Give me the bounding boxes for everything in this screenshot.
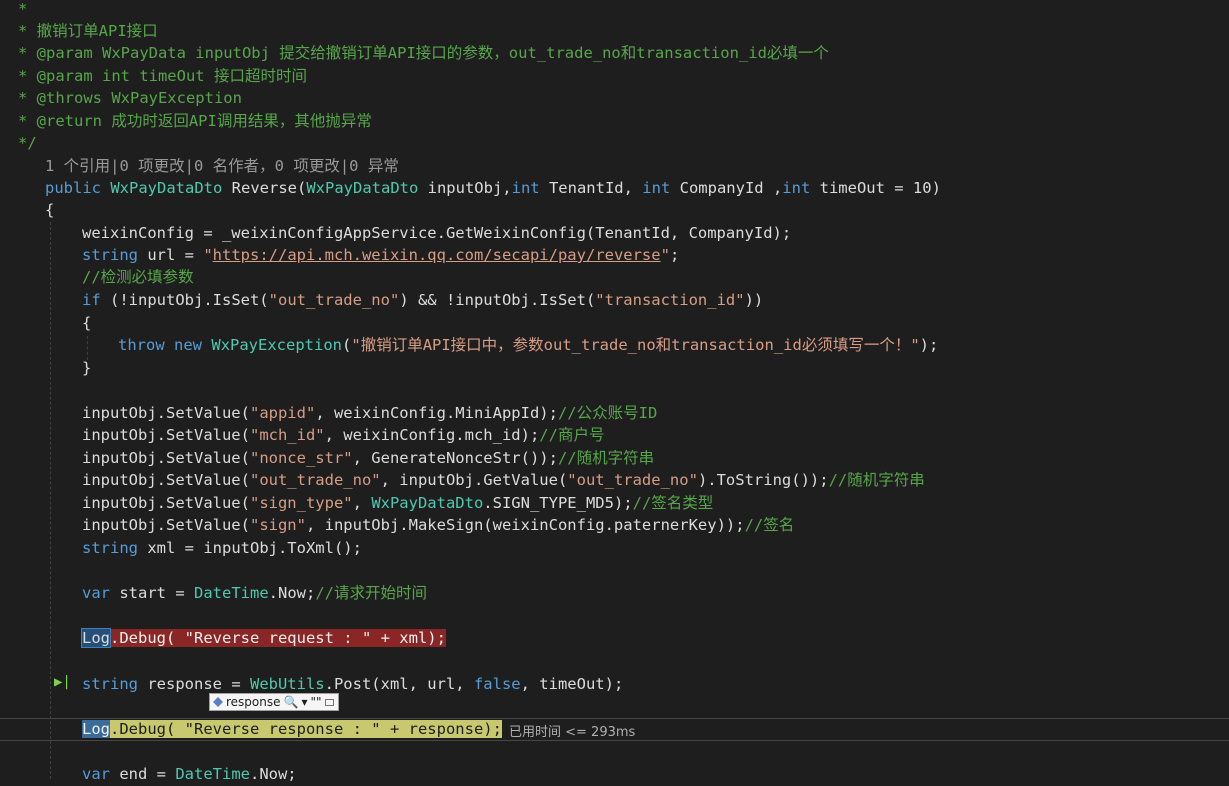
type-name: WxPayDataDto (306, 179, 419, 197)
code-line: weixinConfig = _weixinConfigAppService.G… (82, 224, 792, 242)
keyword: public (45, 179, 101, 197)
comment-line: * @param int timeOut 接口超时时间 (18, 67, 307, 85)
code-line: var start = DateTime.Now;//请求开始时间 (82, 584, 427, 602)
datatip-value[interactable]: "" (311, 695, 322, 709)
comment-line: */ (18, 134, 37, 152)
code-line: if (!inputObj.IsSet("out_trade_no") && !… (82, 291, 764, 309)
indent-guide (50, 222, 51, 779)
code-line: var end = DateTime.Now; (82, 765, 297, 783)
perf-tip[interactable]: 已用时间 <= 293ms (509, 721, 635, 740)
magnifier-icon[interactable]: 🔍 (284, 695, 299, 709)
variable-icon (213, 697, 223, 707)
code-line: inputObj.SetValue("sign", inputObj.MakeS… (82, 516, 795, 534)
code-line: inputObj.SetValue("nonce_str", GenerateN… (82, 449, 655, 467)
code-line: inputObj.SetValue("out_trade_no", inputO… (82, 471, 925, 489)
pin-icon[interactable] (324, 698, 334, 706)
comment-line: //检测必填参数 (82, 268, 194, 286)
run-to-click-icon[interactable]: ▶| (54, 674, 71, 690)
breakpoint-line[interactable]: Log.Debug( "Reverse request : " + xml); (81, 627, 446, 650)
chevron-down-icon[interactable]: ▾ (301, 695, 307, 709)
code-line: string url = "https://api.mch.weixin.qq.… (82, 246, 680, 264)
comment-line: * (18, 0, 28, 18)
log-identifier[interactable]: Log (82, 720, 110, 738)
code-line: inputObj.SetValue("appid", weixinConfig.… (82, 404, 658, 422)
log-identifier[interactable]: Log (81, 628, 111, 648)
datatip-name: response (226, 695, 281, 709)
code-line: throw new WxPayException("撤销订单API接口中，参数o… (118, 336, 939, 354)
data-tip[interactable]: response 🔍 ▾ "" (209, 693, 339, 711)
comment-line: * @throws WxPayException (18, 89, 242, 107)
brace-open: { (45, 201, 55, 219)
method-name: Reverse( (222, 179, 307, 197)
brace-close: } (82, 359, 92, 377)
comment-line: * 撤销订单API接口 (18, 22, 158, 40)
code-line: inputObj.SetValue("mch_id", weixinConfig… (82, 426, 605, 444)
comment-line: * @param WxPayData inputObj 提交给撤销订单API接口… (18, 44, 829, 62)
codelens[interactable]: 1 个引用|0 项更改|0 名作者，0 项更改|0 异常 (45, 155, 399, 178)
code-line: string xml = inputObj.ToXml(); (82, 539, 362, 557)
url-link[interactable]: https://api.mch.weixin.qq.com/secapi/pay… (213, 246, 661, 264)
current-statement-line[interactable]: Log.Debug( "Reverse response : " + respo… (82, 718, 502, 741)
brace-open: { (82, 314, 92, 332)
method-signature: public WxPayDataDto Reverse(WxPayDataDto… (45, 179, 941, 197)
comment-line: * @return 成功时返回API调用结果，其他抛异常 (18, 112, 372, 130)
type-name: WxPayDataDto (110, 179, 223, 197)
code-line: inputObj.SetValue("sign_type", WxPayData… (82, 494, 714, 512)
code-line: string response = WebUtils.Post(xml, url… (82, 675, 624, 693)
